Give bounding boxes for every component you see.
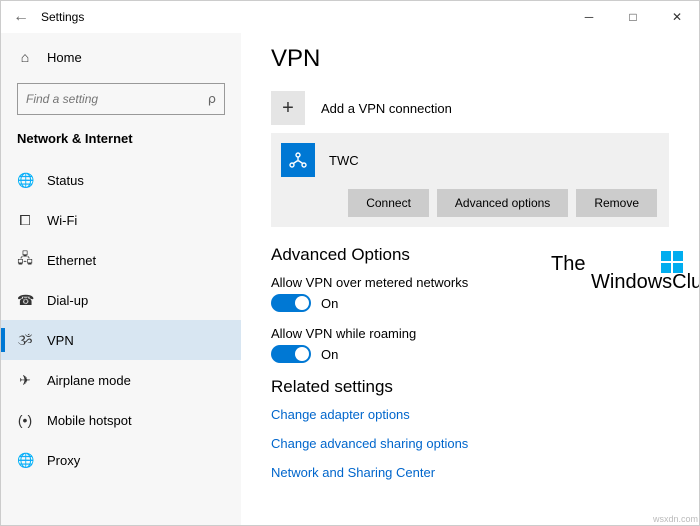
nav-label: Wi-Fi	[47, 213, 77, 228]
sidebar-item-wifi[interactable]: ⧠ Wi-Fi	[1, 200, 241, 240]
add-vpn-label: Add a VPN connection	[321, 101, 452, 116]
category-header: Network & Internet	[1, 125, 241, 160]
advanced-options-heading: Advanced Options	[271, 245, 669, 265]
sidebar-item-proxy[interactable]: 🌐 Proxy	[1, 440, 241, 480]
wifi-icon: ⧠	[17, 212, 33, 229]
dialup-icon: ☎	[17, 292, 33, 309]
nav-label: Status	[47, 173, 84, 188]
main-content: VPN + Add a VPN connection	[241, 33, 699, 525]
ethernet-icon: 🖧	[17, 248, 33, 272]
sidebar-home[interactable]: ⌂ Home	[1, 37, 241, 77]
related-settings-heading: Related settings	[271, 377, 669, 397]
link-advanced-sharing[interactable]: Change advanced sharing options	[271, 436, 669, 451]
plus-icon: +	[271, 91, 305, 125]
link-adapter-options[interactable]: Change adapter options	[271, 407, 669, 422]
vpn-connection-item[interactable]: TWC Connect Advanced options Remove	[271, 133, 669, 227]
close-button[interactable]: ✕	[655, 1, 699, 33]
source-url: wsxdn.com	[653, 514, 698, 524]
back-icon[interactable]: ←	[13, 8, 33, 26]
sidebar-item-dialup[interactable]: ☎ Dial-up	[1, 280, 241, 320]
remove-button[interactable]: Remove	[576, 189, 657, 217]
advanced-options-button[interactable]: Advanced options	[437, 189, 568, 217]
link-network-center[interactable]: Network and Sharing Center	[271, 465, 669, 480]
sidebar-item-airplane[interactable]: ✈ Airplane mode	[1, 360, 241, 400]
search-icon: ⍴	[208, 91, 216, 107]
roaming-toggle[interactable]	[271, 345, 311, 363]
search-box[interactable]: ⍴	[17, 83, 225, 115]
nav-label: Ethernet	[47, 253, 96, 268]
metered-state: On	[321, 296, 338, 311]
sidebar-item-status[interactable]: 🌐 Status	[1, 160, 241, 200]
vpn-connection-name: TWC	[329, 153, 359, 168]
nav-label: Airplane mode	[47, 373, 131, 388]
vpn-connection-icon	[281, 143, 315, 177]
metered-toggle[interactable]	[271, 294, 311, 312]
title-bar: ← Settings ─ □ ✕	[1, 1, 699, 33]
nav-label: Mobile hotspot	[47, 413, 132, 428]
sidebar-item-ethernet[interactable]: 🖧 Ethernet	[1, 240, 241, 280]
page-title: VPN	[271, 45, 669, 73]
sidebar-item-hotspot[interactable]: (•) Mobile hotspot	[1, 400, 241, 440]
hotspot-icon: (•)	[17, 412, 33, 428]
maximize-button[interactable]: □	[611, 1, 655, 33]
sidebar: ⌂ Home ⍴ Network & Internet 🌐 Status ⧠ W…	[1, 33, 241, 525]
nav-label: Proxy	[47, 453, 80, 468]
roaming-label: Allow VPN while roaming	[271, 326, 669, 341]
minimize-button[interactable]: ─	[567, 1, 611, 33]
metered-label: Allow VPN over metered networks	[271, 275, 669, 290]
roaming-state: On	[321, 347, 338, 362]
nav-label: VPN	[47, 333, 74, 348]
add-vpn-row[interactable]: + Add a VPN connection	[271, 91, 669, 125]
nav-label: Dial-up	[47, 293, 88, 308]
search-input[interactable]	[26, 92, 208, 106]
sidebar-item-vpn[interactable]: ૐ VPN	[1, 320, 241, 360]
network-glyph-icon	[288, 150, 308, 170]
status-icon: 🌐	[17, 172, 33, 189]
window-title: Settings	[41, 10, 567, 24]
vpn-icon: ૐ	[17, 332, 33, 349]
airplane-icon: ✈	[17, 372, 33, 389]
proxy-icon: 🌐	[17, 452, 33, 469]
home-icon: ⌂	[17, 49, 33, 65]
home-label: Home	[47, 50, 82, 65]
connect-button[interactable]: Connect	[348, 189, 429, 217]
